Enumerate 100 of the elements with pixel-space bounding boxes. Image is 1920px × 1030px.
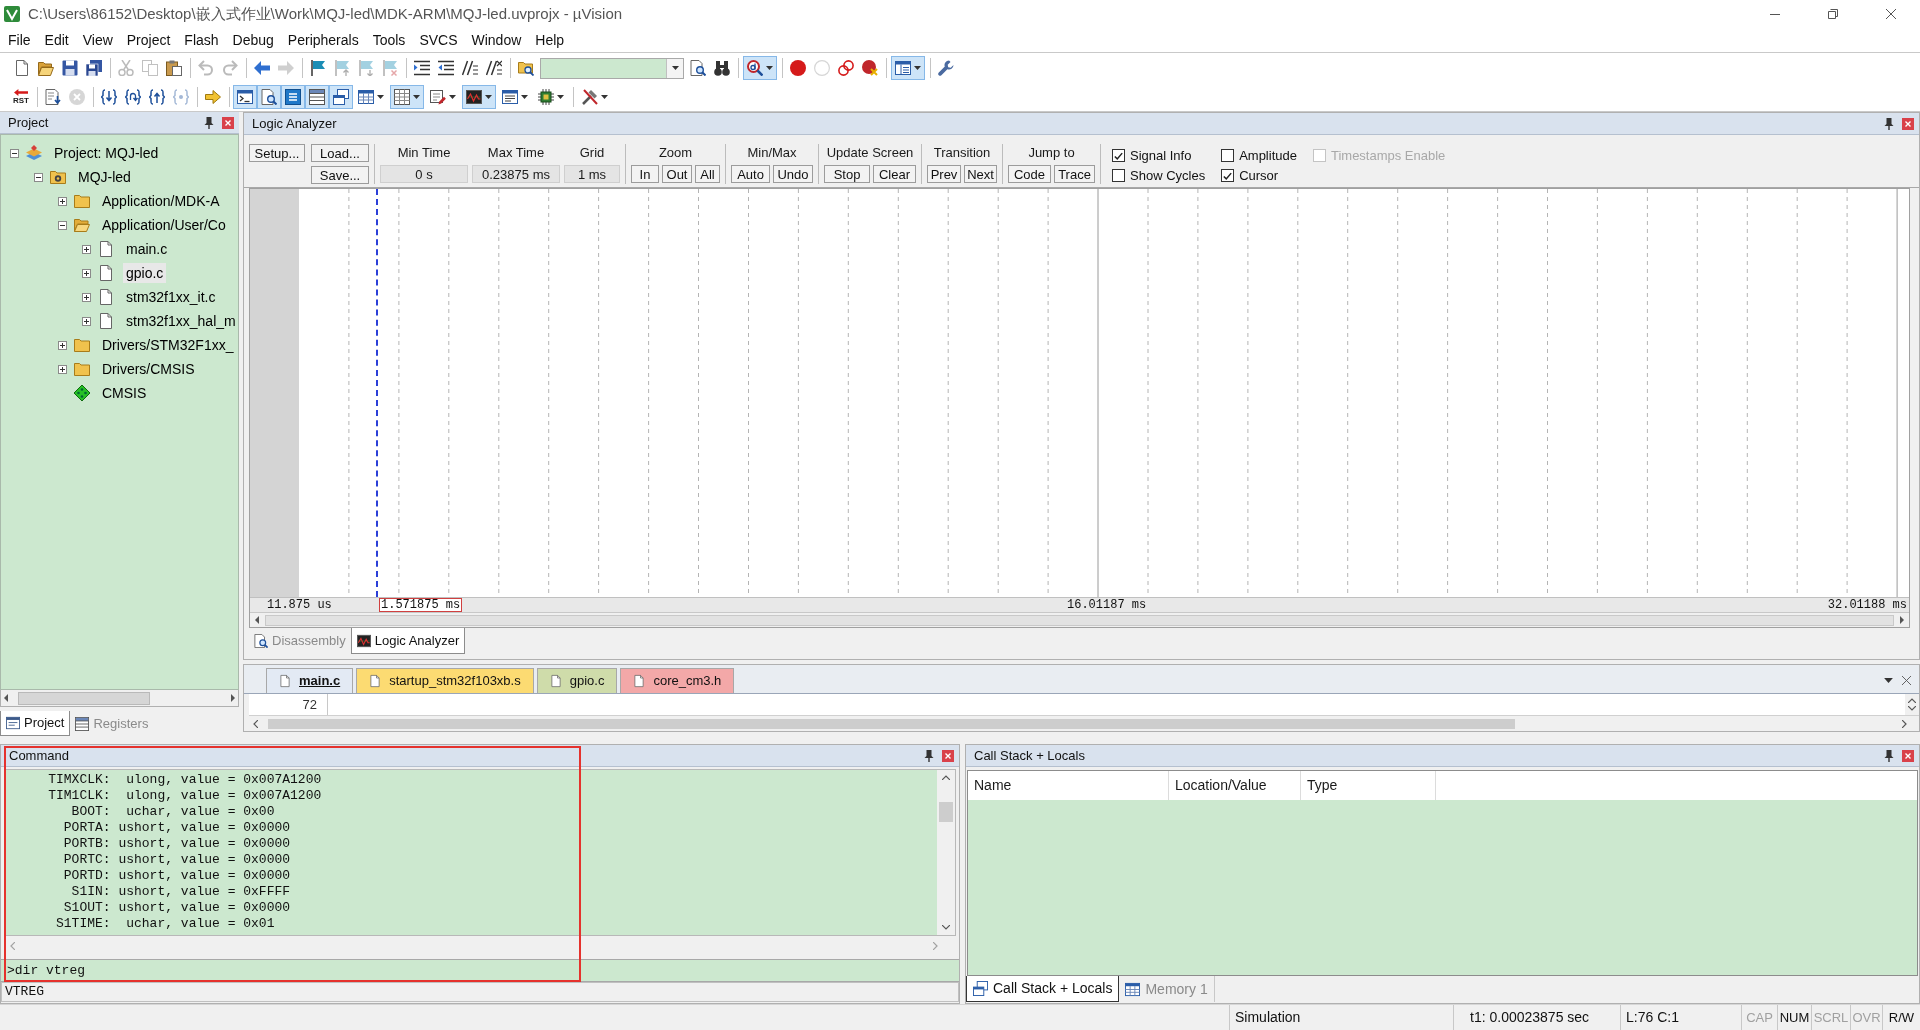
left-triangle-icon[interactable] bbox=[4, 694, 8, 702]
registers-button[interactable] bbox=[305, 85, 329, 109]
right-triangle-icon[interactable] bbox=[1900, 616, 1904, 624]
window-layout-button[interactable] bbox=[891, 56, 925, 80]
left-chevron-icon[interactable] bbox=[253, 719, 258, 728]
menu-item[interactable]: Peripherals bbox=[280, 28, 366, 52]
left-triangle-icon[interactable] bbox=[255, 616, 259, 624]
view-tab[interactable]: Logic Analyzer bbox=[350, 628, 466, 654]
command-input[interactable]: >dir vtreg bbox=[1, 959, 959, 982]
analysis-button[interactable] bbox=[462, 85, 496, 109]
analyzer-button[interactable]: Save... bbox=[311, 166, 369, 184]
horizontal-scrollbar[interactable] bbox=[250, 612, 1909, 627]
menu-item[interactable]: Window bbox=[464, 28, 529, 52]
minus-box-icon[interactable] bbox=[10, 148, 19, 158]
tools-icon bbox=[582, 89, 598, 105]
analyzer-button[interactable]: Code bbox=[1008, 165, 1051, 183]
file-tab[interactable]: core_cm3.h bbox=[620, 668, 735, 693]
tree-item[interactable]: Drivers/CMSIS bbox=[99, 359, 198, 379]
close-icon[interactable] bbox=[1902, 749, 1914, 762]
menu-item[interactable]: Debug bbox=[225, 28, 281, 52]
tree-item[interactable]: MQJ-led bbox=[75, 167, 134, 187]
menu-item[interactable]: Project bbox=[119, 28, 178, 52]
pin-icon[interactable] bbox=[204, 116, 214, 129]
menu-item[interactable]: File bbox=[1, 28, 38, 52]
analyzer-button[interactable]: All bbox=[695, 165, 720, 183]
scrollbar-thumb[interactable] bbox=[18, 691, 150, 705]
menu-item[interactable]: Edit bbox=[37, 28, 76, 52]
menu-item[interactable]: Flash bbox=[177, 28, 226, 52]
pin-icon[interactable] bbox=[1884, 749, 1894, 762]
analyzer-button[interactable]: Setup... bbox=[249, 144, 305, 162]
analyzer-button[interactable]: Clear bbox=[873, 165, 916, 183]
tree-item[interactable]: Drivers/STM32F1xx_ bbox=[99, 335, 237, 355]
close-icon[interactable] bbox=[1902, 676, 1911, 685]
tree-item[interactable]: CMSIS bbox=[99, 383, 150, 403]
file-tab[interactable]: main.c bbox=[266, 668, 354, 693]
checkbox[interactable] bbox=[1112, 169, 1125, 182]
minus-box-icon[interactable] bbox=[58, 220, 67, 230]
command-window-button[interactable] bbox=[233, 85, 257, 109]
scrollbar-thumb[interactable] bbox=[939, 802, 953, 822]
right-chevron-icon[interactable] bbox=[1902, 719, 1907, 728]
output-line: S1IN: ushort, value = 0xFFFF bbox=[70, 884, 292, 900]
tree-item[interactable]: main.c bbox=[123, 239, 171, 259]
pin-icon[interactable] bbox=[1884, 117, 1894, 130]
analyzer-button[interactable]: Auto bbox=[731, 165, 770, 183]
menu-item[interactable]: Tools bbox=[365, 28, 413, 52]
plus-box-icon[interactable] bbox=[82, 268, 91, 278]
minus-box-icon[interactable] bbox=[34, 172, 43, 182]
tree-item[interactable]: Application/MDK-A bbox=[99, 191, 223, 211]
menu-item[interactable]: View bbox=[75, 28, 120, 52]
file-tab[interactable]: startup_stm32f103xb.s bbox=[356, 668, 534, 693]
analyzer-button[interactable]: Undo bbox=[773, 165, 813, 183]
tree-item[interactable]: Application/User/Co bbox=[99, 215, 229, 235]
call-stack-button[interactable] bbox=[329, 85, 353, 109]
menu-item[interactable]: Help bbox=[528, 28, 572, 52]
checkbox[interactable] bbox=[1112, 149, 1125, 162]
analyzer-button[interactable]: Load... bbox=[311, 144, 369, 162]
up-chevron-icon[interactable] bbox=[1908, 698, 1916, 703]
tree-item[interactable]: stm32f1xx_it.c bbox=[123, 287, 219, 307]
down-chevron-icon[interactable] bbox=[1908, 706, 1916, 711]
pin-icon[interactable] bbox=[924, 749, 934, 762]
reset-button[interactable]: RST bbox=[9, 85, 33, 109]
dot-icon bbox=[790, 60, 806, 76]
caret-icon[interactable] bbox=[1884, 678, 1893, 683]
plus-box-icon[interactable] bbox=[82, 292, 91, 302]
menu-item[interactable]: SVCS bbox=[412, 28, 465, 52]
plus-box-icon[interactable] bbox=[58, 196, 67, 206]
analyzer-button[interactable]: Trace bbox=[1054, 165, 1095, 183]
panel-tab[interactable]: Call Stack + Locals bbox=[966, 976, 1120, 1002]
close-icon[interactable] bbox=[222, 116, 234, 129]
up-chevron-icon[interactable] bbox=[942, 775, 950, 780]
plus-box-icon[interactable] bbox=[58, 364, 67, 374]
plus-box-icon[interactable] bbox=[82, 244, 91, 254]
disassembly-button[interactable] bbox=[257, 85, 281, 109]
slashes-icon bbox=[462, 60, 478, 76]
checkbox[interactable] bbox=[1221, 149, 1235, 162]
analyzer-button[interactable]: In bbox=[631, 165, 659, 183]
debug-session-button[interactable] bbox=[743, 56, 777, 80]
right-triangle-icon[interactable] bbox=[231, 694, 235, 702]
scrollbar-thumb[interactable] bbox=[268, 718, 1515, 729]
close-icon[interactable] bbox=[1902, 117, 1914, 130]
analyzer-button[interactable]: Out bbox=[662, 165, 692, 183]
tree-item[interactable]: stm32f1xx_hal_m bbox=[123, 311, 238, 331]
file-tab[interactable]: gpio.c bbox=[536, 668, 618, 693]
analyzer-button[interactable]: Prev bbox=[927, 165, 961, 183]
tree-item[interactable]: gpio.c bbox=[123, 263, 167, 283]
analyzer-button[interactable]: Next bbox=[964, 165, 997, 183]
panel-title: Command bbox=[9, 747, 69, 764]
tree-item[interactable]: Project: MQJ-led bbox=[51, 143, 162, 163]
checkbox[interactable] bbox=[1221, 169, 1235, 182]
close-icon[interactable] bbox=[942, 749, 954, 762]
vertical-scrollbar[interactable] bbox=[1905, 694, 1919, 715]
symbols-button[interactable] bbox=[281, 85, 305, 109]
scrollbar-thumb[interactable] bbox=[265, 614, 1894, 626]
horizontal-scrollbar[interactable] bbox=[0, 690, 239, 707]
panel-tab[interactable]: Project bbox=[0, 711, 71, 736]
plus-box-icon[interactable] bbox=[82, 316, 91, 326]
analyzer-button[interactable]: Stop bbox=[824, 165, 870, 183]
plus-box-icon[interactable] bbox=[58, 340, 67, 350]
memory-button[interactable] bbox=[390, 85, 424, 109]
down-chevron-icon[interactable] bbox=[942, 925, 950, 930]
